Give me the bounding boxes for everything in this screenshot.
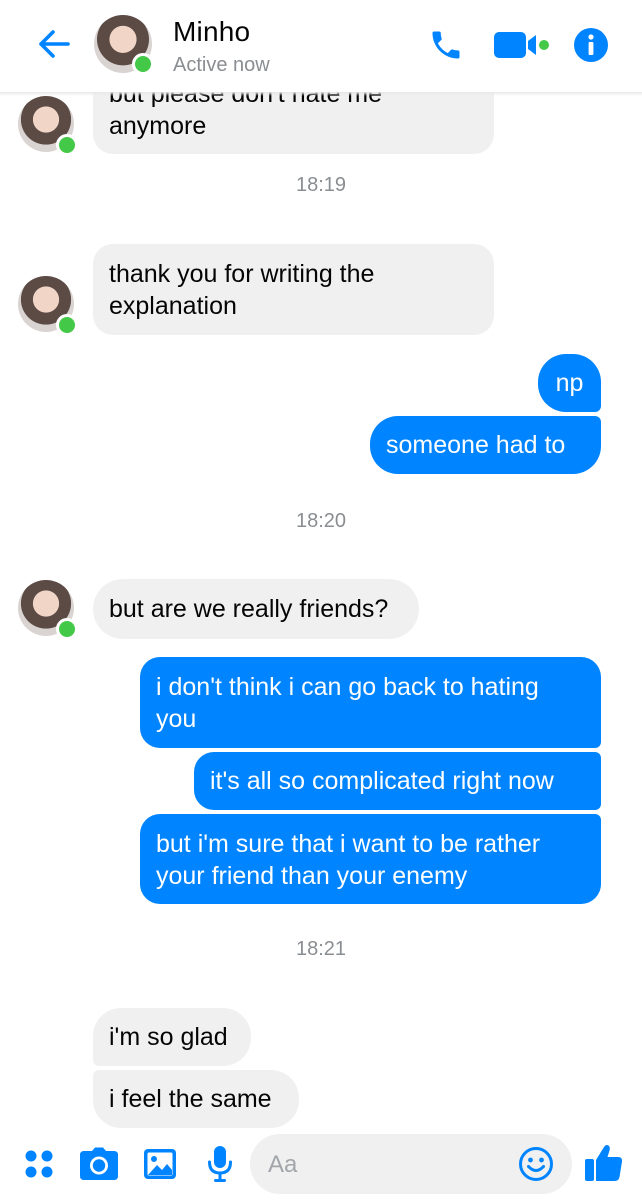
timestamp: 18:21 [295,938,347,960]
contact-name[interactable]: Minho [173,16,250,48]
message-bubble-outgoing[interactable]: i don't think i can go back to hating yo… [140,657,601,748]
online-indicator [132,53,154,75]
message-bubble-incoming[interactable]: but are we really friends? [93,579,419,639]
message-line: thank you for writing the [109,260,375,288]
message-line: someone had to [386,431,566,459]
smiley-icon [519,1147,553,1181]
message-line: anymore [109,112,207,140]
voice-message-button[interactable] [205,1144,235,1184]
message-bubble-incoming[interactable]: i'm so glad [93,1008,251,1066]
header-divider [0,92,642,96]
active-status: Active now [173,54,270,76]
message-line: explanation [109,292,237,320]
message-bubble-outgoing[interactable]: it's all so complicated right now [194,752,601,810]
message-line: np [555,369,584,397]
back-button[interactable] [34,26,74,62]
four-dots-icon [25,1150,53,1178]
online-indicator [56,314,78,336]
message-line: i'm so glad [109,1023,228,1051]
message-line: it's all so complicated right now [210,767,554,795]
conversation-area[interactable]: but please don't hate me anymore 18:19 t… [0,92,642,1132]
message-bubble-outgoing[interactable]: np [538,354,601,412]
composer-bar [0,1132,642,1200]
camera-icon [80,1147,118,1180]
sender-avatar[interactable] [18,96,78,156]
voice-call-button[interactable] [426,26,466,64]
video-call-button[interactable] [492,28,552,62]
message-line: i feel the same [109,1085,272,1113]
message-line: your friend than your enemy [156,862,468,890]
image-icon [144,1149,176,1179]
message-input[interactable] [266,1134,510,1196]
phone-icon [432,31,460,59]
message-input-box[interactable] [250,1134,572,1196]
contact-avatar[interactable] [94,15,154,75]
message-line: you [156,705,197,733]
emoji-button[interactable] [518,1146,554,1182]
message-bubble-incoming[interactable]: but please don't hate me anymore [93,92,494,154]
info-button[interactable] [572,26,610,64]
more-actions-button[interactable] [22,1144,56,1184]
online-indicator [56,618,78,640]
message-bubble-incoming[interactable]: i feel the same [93,1070,299,1128]
microphone-icon [208,1146,232,1182]
sender-avatar[interactable] [18,580,78,640]
online-indicator [56,134,78,156]
message-line: but are we really friends? [109,595,389,623]
back-arrow-icon [39,30,70,58]
camera-button[interactable] [78,1144,120,1184]
sender-avatar[interactable] [18,276,78,336]
timestamp: 18:20 [295,510,347,532]
chat-header: Minho Active now [0,0,642,92]
message-bubble-incoming[interactable]: thank you for writing the explanation [93,244,494,335]
message-line: i don't think i can go back to hating [156,673,539,701]
like-button[interactable] [584,1142,624,1184]
info-icon [574,28,608,62]
timestamp: 18:19 [295,174,347,196]
thumbs-up-icon [585,1145,623,1181]
video-camera-icon [494,32,549,58]
message-line: but i'm sure that i want to be rather [156,830,541,858]
gallery-button[interactable] [142,1144,178,1184]
message-bubble-outgoing[interactable]: but i'm sure that i want to be rather yo… [140,814,601,904]
message-bubble-outgoing[interactable]: someone had to [370,416,601,474]
